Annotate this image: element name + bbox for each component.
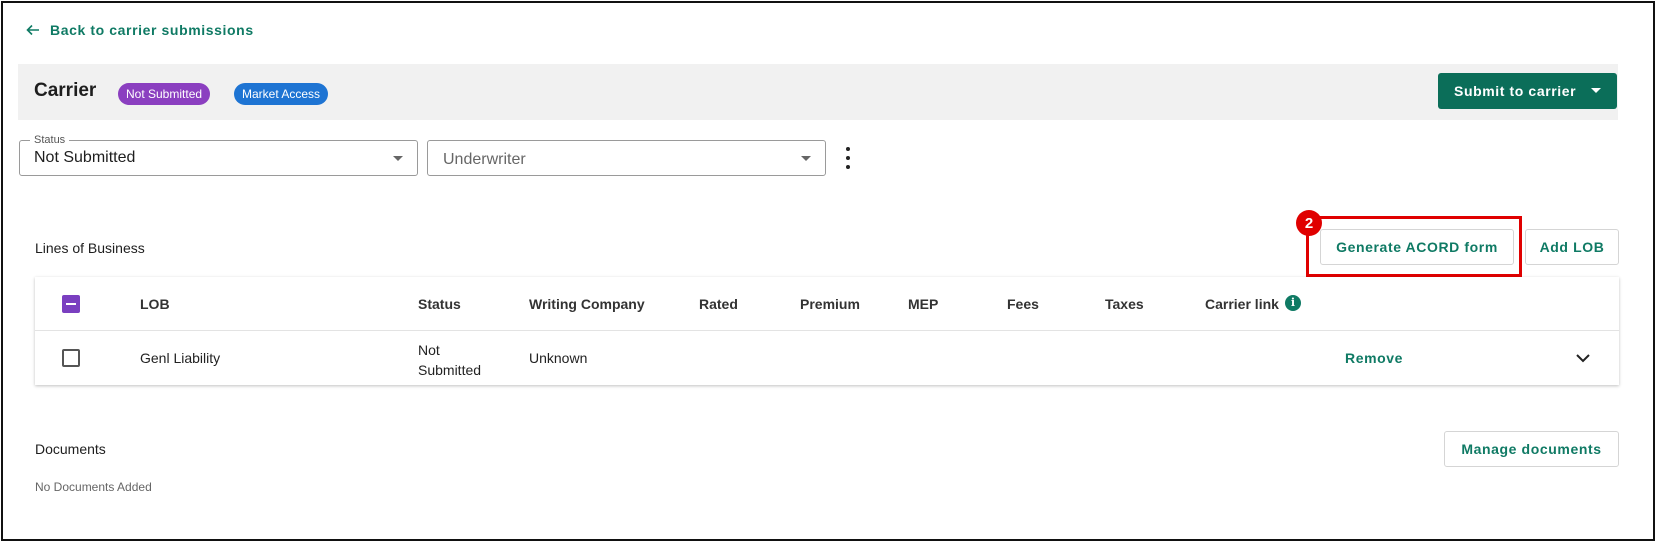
- remove-link[interactable]: Remove: [1345, 350, 1403, 366]
- table-header: LOB Status Writing Company Rated Premium…: [35, 277, 1619, 331]
- back-link-label: Back to carrier submissions: [50, 22, 254, 38]
- lob-section-title: Lines of Business: [35, 240, 145, 256]
- arrow-left-icon: [26, 24, 39, 36]
- status-value: Not Submitted: [34, 149, 136, 166]
- cell-writing-company: Unknown: [529, 350, 588, 366]
- submit-to-carrier-button[interactable]: Submit to carrier: [1438, 73, 1617, 109]
- no-documents-text: No Documents Added: [35, 480, 152, 494]
- col-mep: MEP: [908, 296, 939, 312]
- status-select[interactable]: Status Not Submitted: [19, 133, 418, 176]
- table-row: Genl Liability Not Submitted Unknown Rem…: [35, 331, 1619, 385]
- cell-lob: Genl Liability: [140, 350, 221, 366]
- submit-label: Submit to carrier: [1454, 83, 1577, 99]
- underwriter-placeholder: Underwriter: [443, 151, 526, 168]
- caret-down-icon: [1591, 88, 1601, 93]
- page-title: Carrier: [34, 80, 97, 101]
- caret-down-icon: [393, 156, 403, 161]
- step-number-badge: 2: [1296, 210, 1322, 236]
- documents-section-title: Documents: [35, 441, 106, 457]
- kebab-icon[interactable]: [843, 147, 853, 169]
- lob-table: LOB Status Writing Company Rated Premium…: [35, 277, 1619, 385]
- info-icon[interactable]: i: [1285, 295, 1301, 311]
- highlight-box: [1306, 216, 1522, 277]
- carrier-header: Carrier Not Submitted Market Access Subm…: [18, 64, 1618, 120]
- col-writing-company: Writing Company: [529, 296, 645, 312]
- underwriter-select[interactable]: Underwriter: [427, 140, 826, 176]
- cell-status-line1: Not: [418, 342, 440, 358]
- market-access-badge: Market Access: [234, 83, 329, 105]
- chevron-down-icon[interactable]: [1575, 351, 1591, 365]
- caret-down-icon: [801, 156, 811, 161]
- add-lob-button[interactable]: Add LOB: [1525, 229, 1619, 265]
- back-link[interactable]: Back to carrier submissions: [26, 22, 254, 38]
- col-carrier-link: Carrier link: [1205, 296, 1279, 312]
- col-rated: Rated: [699, 296, 738, 312]
- col-premium: Premium: [800, 296, 860, 312]
- manage-documents-button[interactable]: Manage documents: [1444, 431, 1619, 467]
- row-checkbox[interactable]: [62, 349, 80, 367]
- status-badge: Not Submitted: [118, 83, 211, 105]
- status-legend: Status: [30, 133, 70, 147]
- cell-status-line2: Submitted: [418, 362, 482, 378]
- col-fees: Fees: [1007, 296, 1039, 312]
- col-lob: LOB: [140, 296, 170, 312]
- col-status: Status: [418, 296, 461, 312]
- cell-status: Not Submitted: [418, 340, 481, 380]
- select-all-checkbox[interactable]: [62, 295, 80, 313]
- col-taxes: Taxes: [1105, 296, 1144, 312]
